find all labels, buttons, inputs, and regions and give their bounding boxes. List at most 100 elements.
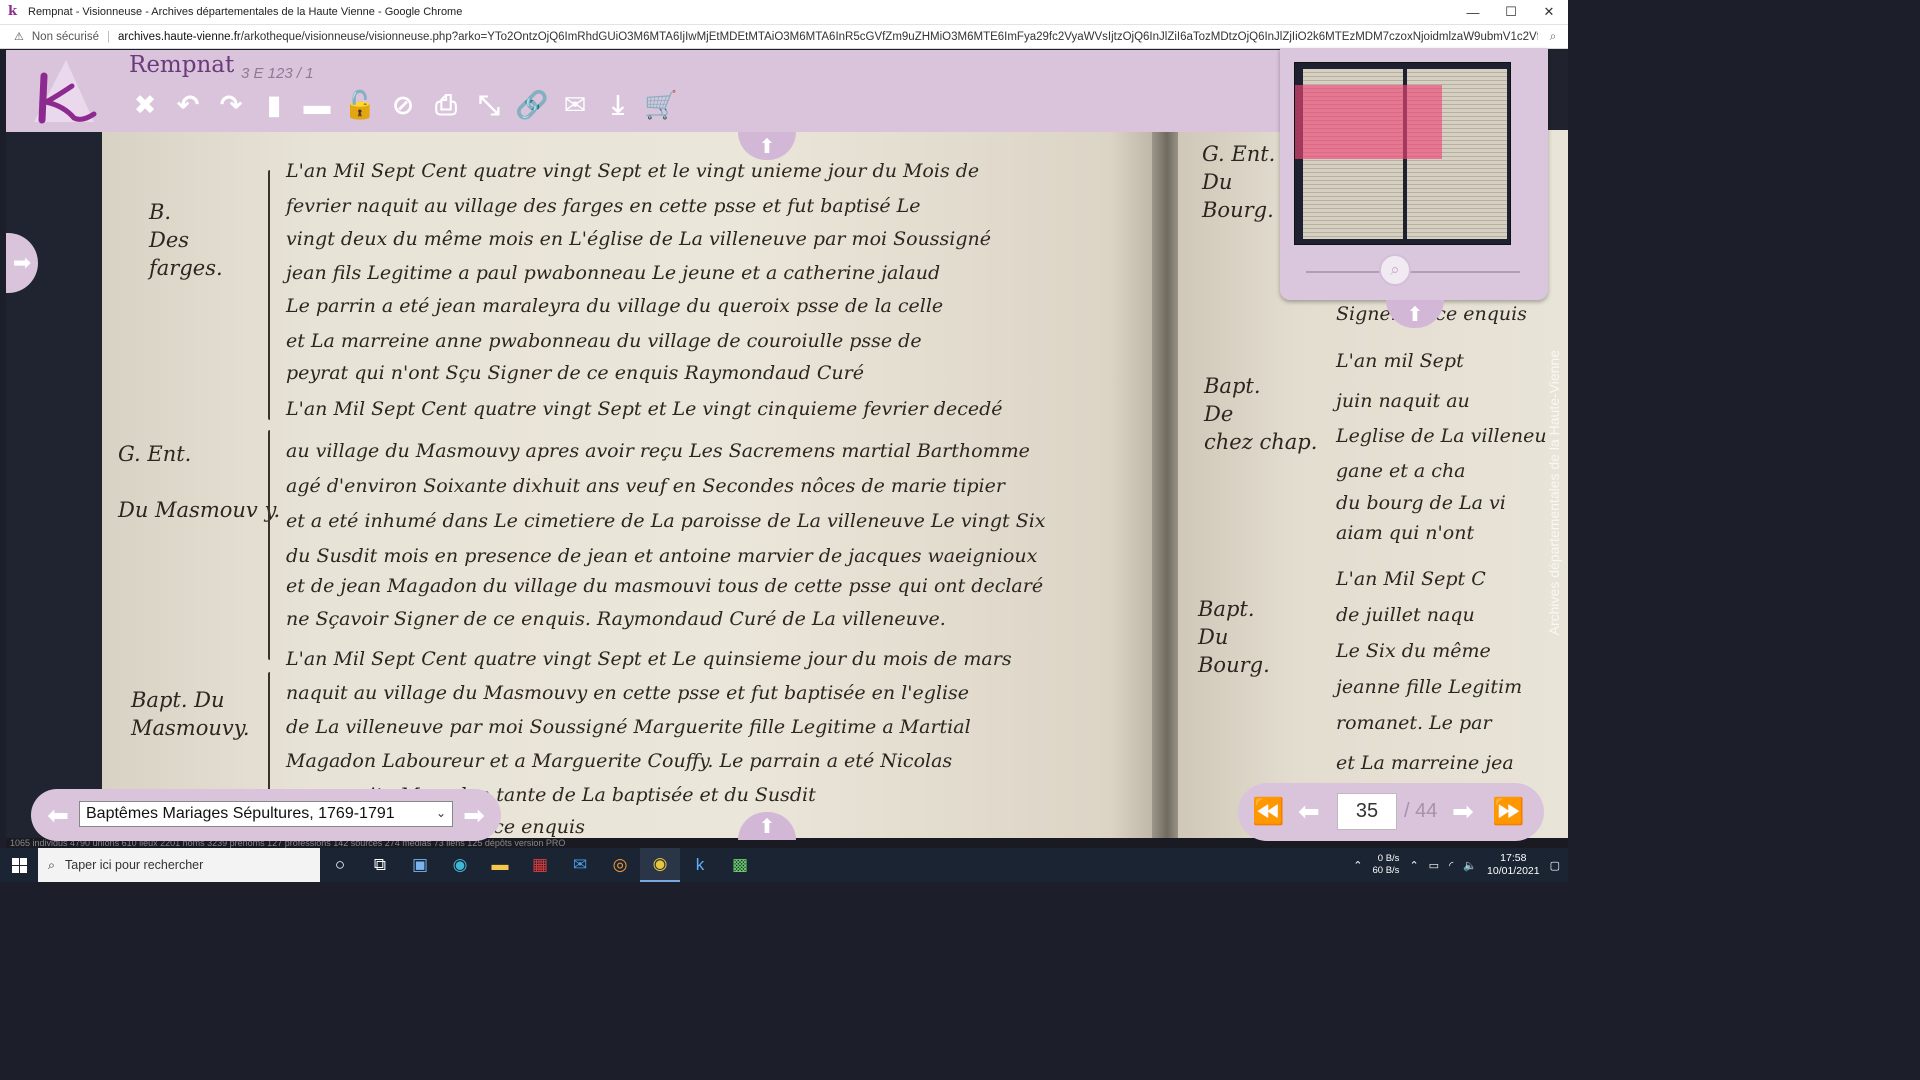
clock-date: 10/01/2021 (1487, 865, 1540, 877)
edge-icon[interactable]: ◉ (440, 848, 480, 882)
manuscript-line: L'an Mil Sept Cent quatre vingt Sept et … (286, 648, 1012, 670)
link-tool-icon[interactable]: 🔗 (515, 88, 549, 122)
net-up: 0 B/s (1377, 853, 1400, 864)
volume-icon[interactable]: 🔈 (1463, 859, 1477, 872)
notifications-icon[interactable]: ▢ (1550, 859, 1560, 872)
previous-series-arrow-icon[interactable]: ⬅ (43, 800, 73, 831)
mail-tool-icon[interactable]: ✉ (558, 88, 592, 122)
clock-time: 17:58 (1500, 852, 1527, 864)
url-host: archives.haute-vienne.fr (118, 30, 241, 43)
taskbar-search-placeholder: Taper ici pour rechercher (65, 858, 204, 872)
security-label[interactable]: Non sécurisé (32, 31, 99, 43)
margin-note: G. Ent. Du Masmouv y. (118, 442, 281, 522)
navigator-viewport[interactable] (1295, 85, 1442, 159)
next-series-arrow-icon[interactable]: ➡ (459, 800, 489, 831)
manuscript-line: naquit au village du Masmouvy en cette p… (286, 682, 970, 704)
file-explorer-icon[interactable]: ▬ (480, 848, 520, 882)
download-tool-icon[interactable]: ⤓ (601, 88, 635, 122)
firefox-icon[interactable]: ◎ (600, 848, 640, 882)
series-select[interactable]: Baptêmes Mariages Sépultures, 1769-1791 … (79, 801, 453, 827)
series-navigation: ⬅ Baptêmes Mariages Sépultures, 1769-179… (31, 789, 501, 841)
chevron-down-icon: ⌄ (435, 806, 446, 820)
page-navigator: ⌕ (1280, 48, 1548, 300)
manuscript-line: peyrat qui n'ont Sçu Signer de ce enquis… (286, 362, 864, 384)
manuscript-line: L'an Mil Sept Cent quatre vingt Sept et … (286, 398, 1003, 420)
entry-bracket (268, 170, 270, 420)
basket-tool-icon[interactable]: 🛒 (644, 88, 678, 122)
tray-expand-icon[interactable]: ⌃ (1409, 859, 1418, 872)
taskbar-search[interactable]: ⌕ Taper ici pour rechercher (38, 848, 320, 882)
tool-row: ✖ ↶ ↷ ▮ ▬ 🔓 ⊘ ⎙ ⤡ 🔗 ✉ ⤓ 🛒 (128, 88, 678, 122)
color-app-icon[interactable]: ▩ (720, 848, 760, 882)
manuscript-line: et La marreine anne pwabonneau du villag… (286, 330, 922, 352)
previous-page-icon[interactable]: ⬅ (1298, 796, 1320, 827)
fullscreen-tool-icon[interactable]: ⤡ (472, 88, 506, 122)
right-manuscript-line: aiam qui n'ont (1336, 522, 1475, 544)
address-separator: | (107, 30, 110, 43)
gift-icon[interactable]: ▦ (520, 848, 560, 882)
system-tray: ⌃ 0 B/s 60 B/s ⌃ ▭ ◜ 🔈 17:58 10/01/2021 … (1353, 852, 1568, 878)
rotate-right-tool-icon[interactable]: ↷ (214, 88, 248, 122)
right-manuscript-line: L'an Mil Sept C (1336, 568, 1486, 590)
manuscript-line: au village du Masmouvy apres avoir reçu … (286, 440, 1030, 462)
right-manuscript-line: romanet. Le par (1336, 712, 1492, 734)
warning-icon: ⚠ (14, 31, 24, 43)
cortana-icon[interactable]: ○ (320, 848, 360, 882)
right-margin-note: Bapt. De chez chap. (1204, 374, 1318, 454)
battery-icon[interactable]: ▭ (1429, 859, 1439, 872)
rempnat-logo (34, 60, 97, 124)
zoom-icon[interactable]: ⌕ (1538, 29, 1568, 44)
store-icon[interactable]: ▣ (400, 848, 440, 882)
manuscript-line: ne Sçavoir Signer de ce enquis. Raymonda… (286, 608, 946, 630)
clock[interactable]: 17:58 10/01/2021 (1487, 852, 1540, 878)
window-title: Rempnat - Visionneuse - Archives départe… (28, 6, 463, 18)
url-field[interactable]: archives.haute-vienne.fr/arkotheque/visi… (118, 31, 1538, 43)
right-manuscript-line: L'an mil Sept (1336, 350, 1464, 372)
zoom-slider-knob-icon[interactable]: ⌕ (1379, 254, 1411, 286)
manuscript-line: vingt deux du même mois en L'église de L… (286, 228, 992, 250)
manuscript-line: fevrier naquit au village des farges en … (286, 195, 921, 217)
right-margin-note: G. Ent. Du Bourg. (1202, 142, 1276, 222)
windows-start-icon[interactable] (0, 848, 38, 882)
minimize-button[interactable]: — (1454, 0, 1492, 25)
page-number-input[interactable]: 35 (1337, 793, 1397, 830)
rempnat-favicon-icon: k (8, 4, 18, 19)
single-page-tool-icon[interactable]: ▮ (257, 88, 291, 122)
right-manuscript-line: et La marreine jea (1336, 752, 1514, 774)
app-icon[interactable]: k (680, 848, 720, 882)
navigator-thumbnail[interactable] (1294, 62, 1511, 245)
margin-note: B. Des farges. (149, 200, 223, 280)
right-manuscript-line: juin naquit au (1336, 390, 1470, 412)
url-path: /arkotheque/visionneuse/visionneuse.php?… (240, 30, 1538, 43)
right-margin-note: Bapt. Du Bourg. (1198, 597, 1270, 677)
forbidden-tool-icon[interactable]: ⊘ (386, 88, 420, 122)
print-tool-icon[interactable]: ⎙ (429, 88, 463, 122)
page-pager: ⏪ ⬅ 35 / 44 ➡ ⏩ (1238, 783, 1544, 841)
last-page-icon[interactable]: ⏩ (1492, 796, 1524, 827)
manuscript-line: Magadon Laboureur et a Marguerite Couffy… (286, 750, 953, 772)
lock-tool-icon[interactable]: 🔓 (343, 88, 377, 122)
network-speed-icon: ⌃ (1353, 859, 1363, 872)
rotate-left-tool-icon[interactable]: ↶ (171, 88, 205, 122)
next-page-icon[interactable]: ➡ (1452, 796, 1474, 827)
network-speed: 0 B/s 60 B/s (1373, 853, 1400, 877)
zoom-slider-track[interactable] (1306, 271, 1520, 273)
maximize-button[interactable]: ☐ (1492, 0, 1530, 25)
manuscript-line: L'an Mil Sept Cent quatre vingt Sept et … (286, 160, 980, 182)
chrome-icon[interactable]: ◉ (640, 848, 680, 882)
manuscript-line: Le parrin a eté jean maraleyra du villag… (286, 295, 944, 317)
manuscript-line: de La villeneuve par moi Soussigné Margu… (286, 716, 971, 738)
task-view-icon[interactable]: ⧉ (360, 848, 400, 882)
first-page-icon[interactable]: ⏪ (1252, 796, 1284, 827)
manuscript-line: jean fils Legitime a paul pwabonneau Le … (286, 262, 941, 284)
double-page-tool-icon[interactable]: ▬ (300, 88, 334, 122)
windows-taskbar: ⌕ Taper ici pour rechercher ○ ⧉ ▣ ◉ ▬ ▦ … (0, 848, 1568, 882)
close-window-button[interactable]: ✕ (1530, 0, 1568, 25)
close-tool-icon[interactable]: ✖ (128, 88, 162, 122)
address-bar[interactable]: ⚠ Non sécurisé | archives.haute-vienne.f… (0, 25, 1568, 49)
wifi-icon[interactable]: ◜ (1449, 859, 1453, 872)
manuscript-line: et de jean Magadon du village du masmouv… (286, 575, 1044, 597)
right-manuscript-line: Leglise de La villeneu (1336, 425, 1547, 447)
page-total: / 44 (1404, 800, 1438, 822)
mail-icon[interactable]: ✉ (560, 848, 600, 882)
